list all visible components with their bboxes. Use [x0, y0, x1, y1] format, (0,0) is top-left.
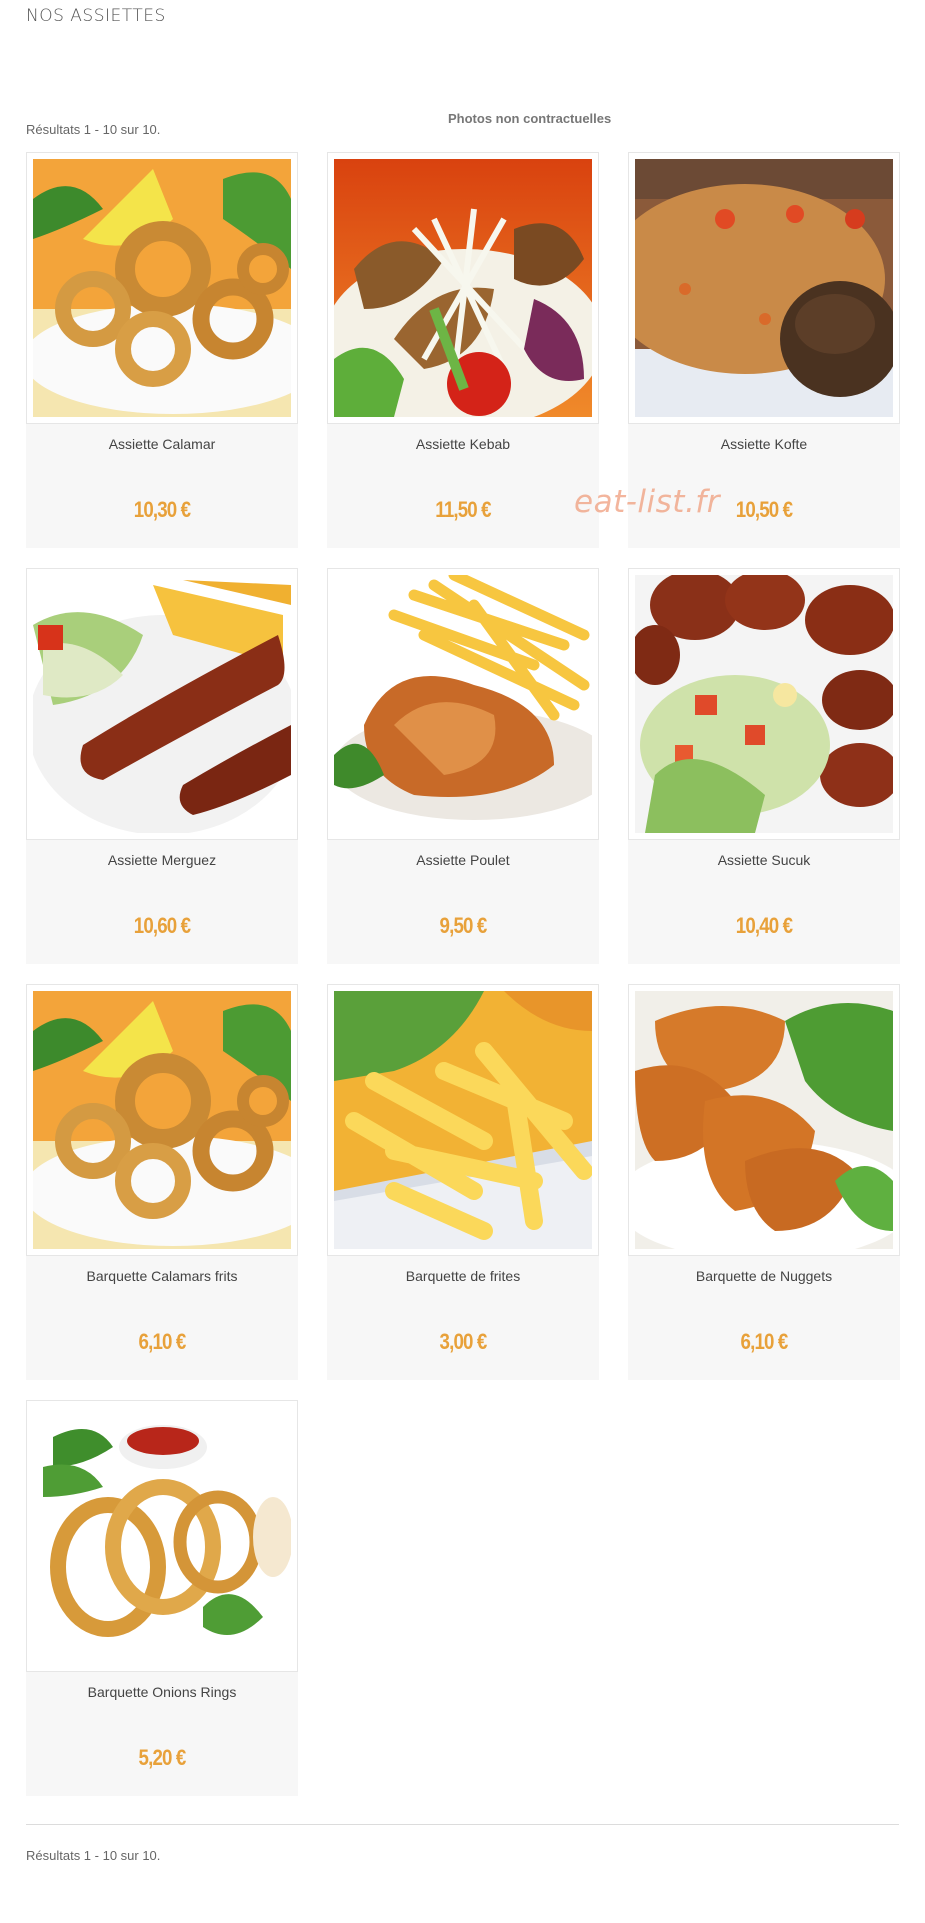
kebab-salad-image: [334, 159, 592, 417]
product-name[interactable]: Barquette Onions Rings: [26, 1684, 298, 1700]
product-price: 10,60 €: [133, 913, 191, 938]
chicken-fries-image: [334, 575, 592, 833]
product-card: Barquette Onions Rings 5,20 €: [26, 1400, 298, 1796]
nuggets-image: [635, 991, 893, 1249]
product-name[interactable]: Assiette Poulet: [327, 852, 599, 868]
sucuk-salad-image: [635, 575, 893, 833]
product-price: 10,40 €: [735, 913, 793, 938]
product-photo[interactable]: [628, 568, 900, 840]
product-price: 6,10 €: [138, 1329, 187, 1354]
product-name[interactable]: Barquette Calamars frits: [26, 1268, 298, 1284]
product-card: Barquette de frites 3,00 €: [327, 984, 599, 1380]
kofte-rice-image: [635, 159, 893, 417]
product-photo[interactable]: [628, 984, 900, 1256]
product-name[interactable]: Barquette de Nuggets: [628, 1268, 900, 1284]
product-price: 10,30 €: [133, 497, 191, 522]
page-title: NOS ASSIETTES: [26, 6, 166, 26]
product-photo[interactable]: [26, 984, 298, 1256]
product-name[interactable]: Assiette Calamar: [26, 436, 298, 452]
calamari-plate-image: [33, 159, 291, 417]
product-card: Assiette Poulet 9,50 €: [327, 568, 599, 964]
photos-disclaimer: Photos non contractuelles: [448, 111, 612, 126]
product-photo[interactable]: [327, 984, 599, 1256]
product-price: 5,20 €: [138, 1745, 187, 1770]
watermark: eat-list.fr: [574, 484, 720, 520]
product-photo[interactable]: [327, 568, 599, 840]
footer-divider: [26, 1824, 899, 1825]
results-count-top: Résultats 1 - 10 sur 10.: [26, 122, 161, 137]
product-card: Barquette de Nuggets 6,10 €: [628, 984, 900, 1380]
product-photo[interactable]: [26, 568, 298, 840]
product-card: Barquette Calamars frits 6,10 €: [26, 984, 298, 1380]
product-name[interactable]: Assiette Kofte: [628, 436, 900, 452]
product-photo[interactable]: [628, 152, 900, 424]
product-card: Assiette Sucuk 10,40 €: [628, 568, 900, 964]
fries-image: [334, 991, 592, 1249]
product-name[interactable]: Assiette Sucuk: [628, 852, 900, 868]
product-card: Assiette Kebab 11,50 €: [327, 152, 599, 548]
calamari-plate-image: [33, 991, 291, 1249]
product-price: 9,50 €: [439, 913, 488, 938]
product-photo[interactable]: [327, 152, 599, 424]
product-name[interactable]: Assiette Merguez: [26, 852, 298, 868]
product-card: Assiette Merguez 10,60 €: [26, 568, 298, 964]
product-photo[interactable]: [26, 152, 298, 424]
product-photo[interactable]: [26, 1400, 298, 1672]
results-count-bottom: Résultats 1 - 10 sur 10.: [26, 1848, 161, 1863]
product-price: 11,50 €: [435, 497, 491, 522]
product-name[interactable]: Assiette Kebab: [327, 436, 599, 452]
merguez-fries-image: [33, 575, 291, 833]
product-name[interactable]: Barquette de frites: [327, 1268, 599, 1284]
product-price: 6,10 €: [740, 1329, 789, 1354]
product-card: Assiette Calamar 10,30 €: [26, 152, 298, 548]
product-grid: Assiette Calamar 10,30 € Assiette Kebab …: [26, 152, 900, 1796]
onion-rings-image: [33, 1407, 291, 1665]
product-price: 3,00 €: [439, 1329, 488, 1354]
